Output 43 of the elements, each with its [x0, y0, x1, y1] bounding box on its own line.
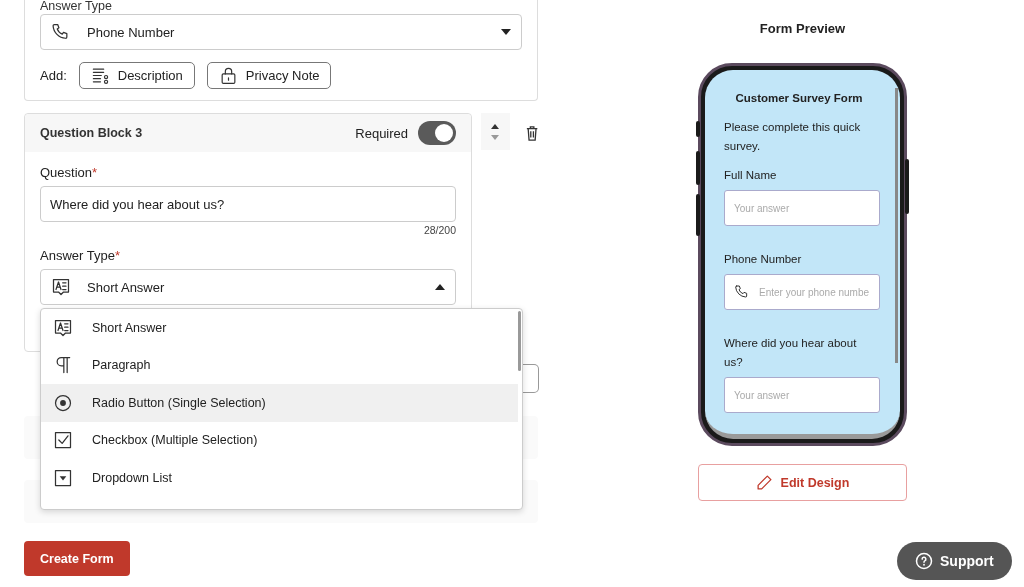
phone-icon	[734, 284, 750, 300]
pencil-icon	[755, 474, 773, 491]
form-description: Please complete this quick survey.	[724, 120, 862, 154]
create-form-button[interactable]: Create Form	[24, 541, 130, 576]
add-option-button[interactable]: Description	[78, 62, 195, 89]
caret-down-icon	[501, 29, 511, 35]
field-label: Question*	[40, 165, 99, 180]
answer-type-select[interactable]: Short Answer	[40, 269, 457, 305]
radio-icon	[53, 392, 73, 413]
preview-field-label: Full Name	[724, 168, 778, 183]
menu-item[interactable]: Dropdown List	[41, 459, 518, 497]
field-label: Answer Type*	[40, 248, 121, 263]
add-label: Add:	[40, 68, 67, 83]
short-answer-icon	[51, 277, 71, 297]
menu-item[interactable]: Checkbox (Multiple Selection)	[41, 421, 518, 459]
preview-field-label: Where did you hear about us?	[724, 336, 858, 370]
move-up-icon[interactable]	[491, 123, 500, 129]
description-icon	[90, 66, 110, 85]
trash-icon[interactable]	[525, 125, 538, 142]
short-answer-icon	[53, 317, 73, 338]
preview-field-label: Phone Number	[724, 252, 803, 267]
scrollbar-thumb[interactable]	[518, 311, 521, 371]
menu-item[interactable]: Short Answer	[41, 309, 518, 347]
field-label: Answer Type	[40, 0, 114, 12]
menu-item[interactable]: Paragraph	[41, 346, 518, 384]
answer-type-select[interactable]: Phone Number	[40, 14, 522, 50]
edit-design-button[interactable]: Edit Design	[698, 464, 907, 501]
move-down-icon[interactable]	[491, 134, 500, 140]
checkbox-icon	[53, 430, 73, 451]
required-label: Required	[355, 125, 409, 141]
support-button[interactable]: Support	[897, 542, 1012, 580]
caret-up-icon	[435, 284, 446, 290]
help-icon	[915, 552, 933, 570]
menu-item[interactable]: Radio Button (Single Selection)	[41, 384, 518, 422]
add-option-button[interactable]: Privacy Note	[206, 62, 332, 89]
form-title: Customer Survey Form	[734, 92, 864, 104]
scrollbar-thumb[interactable]	[895, 88, 898, 363]
dropdown-icon	[53, 467, 73, 488]
question-field[interactable]: Where did you hear about us?	[40, 186, 457, 222]
preview-title: Form Preview	[759, 21, 846, 36]
block-title: Question Block 3	[40, 126, 144, 140]
character-counter: 28/200	[422, 224, 457, 236]
required-toggle[interactable]	[418, 121, 457, 145]
